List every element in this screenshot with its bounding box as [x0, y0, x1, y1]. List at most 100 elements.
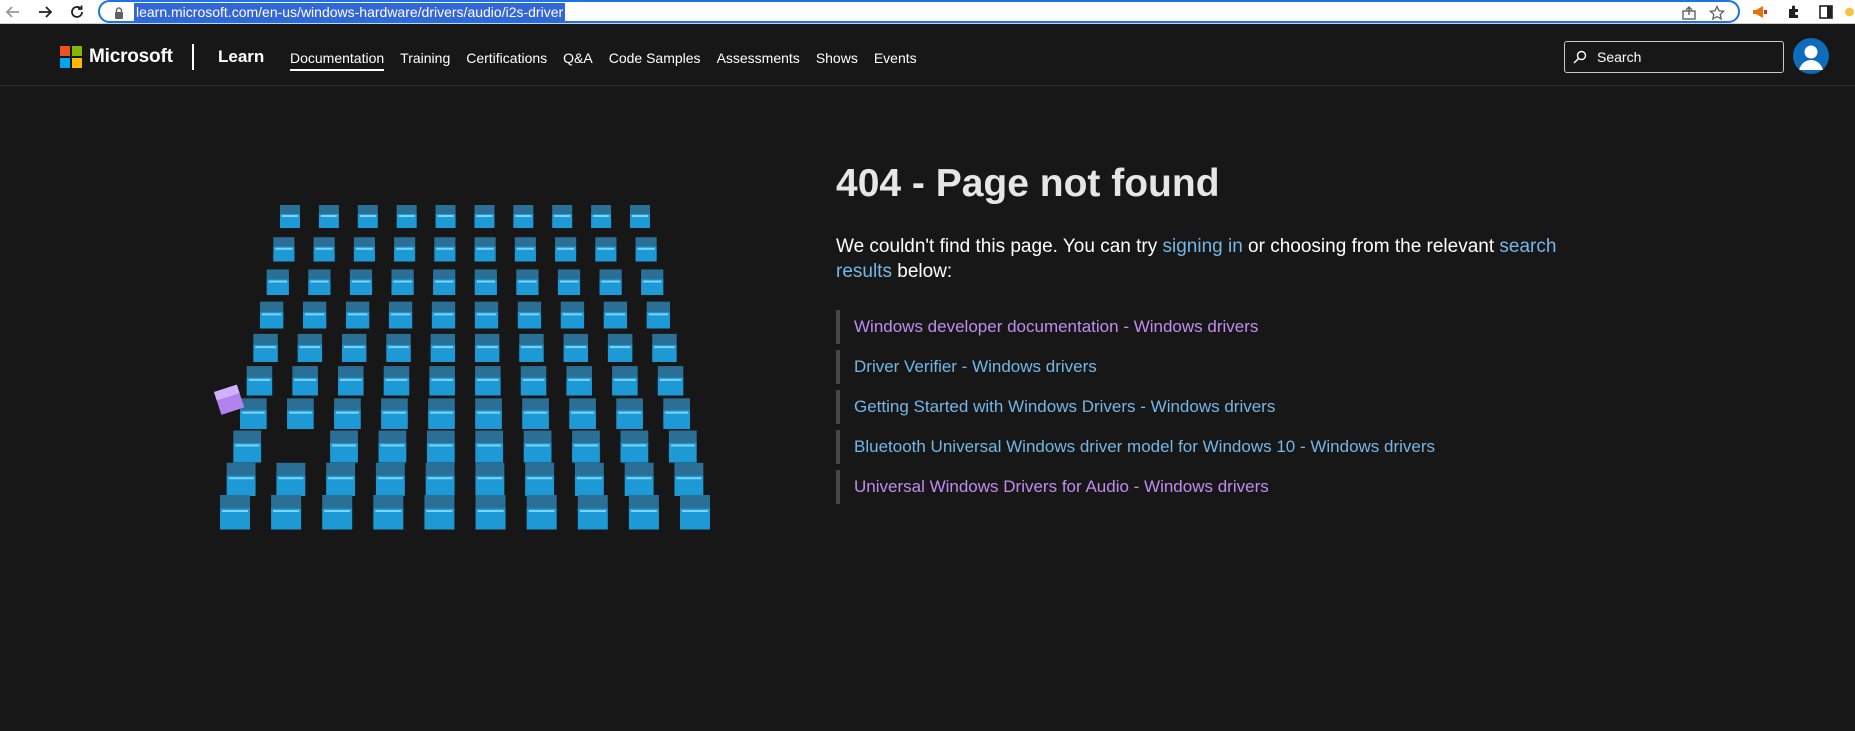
result-link[interactable]: Driver Verifier - Windows drivers	[854, 357, 1097, 377]
cube	[517, 301, 542, 329]
microsoft-logo[interactable]: Microsoft	[60, 46, 173, 68]
cube	[522, 398, 549, 429]
cube	[280, 205, 300, 228]
result-link[interactable]: Windows developer documentation - Window…	[854, 317, 1258, 337]
cube	[630, 205, 650, 228]
cube	[475, 430, 504, 463]
cube	[426, 430, 455, 463]
result-link[interactable]: Universal Windows Drivers for Audio - Wi…	[854, 477, 1269, 497]
cube	[353, 237, 375, 262]
404-cube-illustration	[214, 205, 710, 530]
address-bar[interactable]: learn.microsoft.com/en-us/windows-hardwa…	[98, 0, 1740, 23]
cube	[341, 333, 367, 362]
result-link[interactable]: Getting Started with Windows Drivers - W…	[854, 397, 1275, 417]
cube	[428, 398, 455, 429]
cube	[273, 237, 295, 262]
back-icon[interactable]	[2, 1, 24, 23]
nav-certifications[interactable]: Certifications	[466, 50, 547, 71]
escaped-cube	[214, 384, 245, 415]
search-icon	[1573, 50, 1587, 64]
cube	[357, 205, 378, 228]
reload-icon[interactable]	[66, 1, 88, 23]
cube	[525, 462, 555, 496]
cube	[674, 462, 704, 496]
lock-icon[interactable]	[112, 6, 126, 20]
cube	[474, 237, 496, 262]
cube	[233, 430, 262, 463]
cube	[475, 398, 502, 429]
cube	[577, 495, 608, 530]
cube	[624, 462, 654, 496]
cube	[516, 269, 539, 295]
forward-icon[interactable]	[34, 1, 56, 23]
profile-icon[interactable]	[1844, 2, 1855, 22]
cube	[276, 462, 306, 496]
cube	[308, 269, 331, 295]
cube	[474, 205, 495, 228]
url-text[interactable]: learn.microsoft.com/en-us/windows-hardwa…	[134, 3, 566, 21]
nav-shows[interactable]: Shows	[816, 50, 858, 71]
nav-training[interactable]: Training	[400, 50, 450, 71]
cube	[373, 495, 404, 530]
cube	[555, 237, 577, 262]
cube	[266, 269, 289, 295]
nav-events[interactable]: Events	[874, 50, 917, 71]
nav-assessments[interactable]: Assessments	[717, 50, 800, 71]
cube	[302, 301, 327, 329]
cube	[620, 430, 649, 463]
microsoft-wordmark: Microsoft	[89, 46, 173, 67]
bookmark-star-icon[interactable]	[1708, 4, 1726, 22]
cube	[599, 269, 622, 295]
cube	[513, 205, 534, 228]
user-avatar[interactable]	[1793, 38, 1829, 74]
learn-home-link[interactable]: Learn	[218, 47, 264, 67]
cube	[612, 366, 638, 396]
result-link[interactable]: Bluetooth Universal Windows driver model…	[854, 437, 1435, 457]
cube	[591, 205, 612, 228]
cube	[574, 462, 604, 496]
nav-qa[interactable]: Q&A	[563, 50, 593, 71]
cube	[338, 366, 364, 396]
cube	[349, 269, 373, 295]
site-search[interactable]	[1564, 41, 1784, 73]
cube	[322, 495, 353, 530]
nav-documentation[interactable]: Documentation	[290, 50, 385, 71]
nav-code-samples[interactable]: Code Samples	[609, 50, 701, 71]
cube	[220, 495, 250, 530]
list-item: Getting Started with Windows Drivers - W…	[836, 390, 1636, 424]
cube	[375, 462, 405, 496]
search-input[interactable]	[1595, 48, 1775, 66]
cube	[386, 333, 411, 362]
cube	[313, 237, 335, 262]
cube	[668, 430, 697, 463]
cube	[616, 398, 643, 429]
side-panel-icon[interactable]	[1816, 2, 1836, 22]
megaphone-extension-icon[interactable]	[1750, 2, 1770, 22]
cube	[240, 398, 267, 429]
extensions-puzzle-icon[interactable]	[1784, 2, 1804, 22]
cube	[474, 301, 499, 329]
header-divider	[192, 44, 194, 70]
cube	[572, 430, 600, 463]
cube	[226, 462, 256, 496]
cube	[433, 269, 456, 295]
share-icon[interactable]	[1680, 4, 1698, 22]
sign-in-link[interactable]: signing in	[1163, 236, 1243, 257]
cube	[378, 430, 407, 463]
cube	[663, 398, 690, 429]
cube	[523, 430, 552, 463]
cube	[396, 205, 417, 228]
cube	[292, 366, 318, 396]
list-item: Windows developer documentation - Window…	[836, 310, 1636, 344]
cube	[391, 269, 414, 295]
cube	[552, 205, 573, 228]
list-item: Driver Verifier - Windows drivers	[836, 350, 1636, 384]
cube	[287, 398, 314, 429]
cube	[388, 301, 413, 329]
cube	[566, 366, 592, 396]
cube	[569, 398, 596, 429]
cube	[475, 495, 506, 530]
site-header: Microsoft Learn Documentation Training C…	[0, 24, 1855, 86]
cube	[475, 462, 505, 496]
cube	[560, 301, 585, 329]
